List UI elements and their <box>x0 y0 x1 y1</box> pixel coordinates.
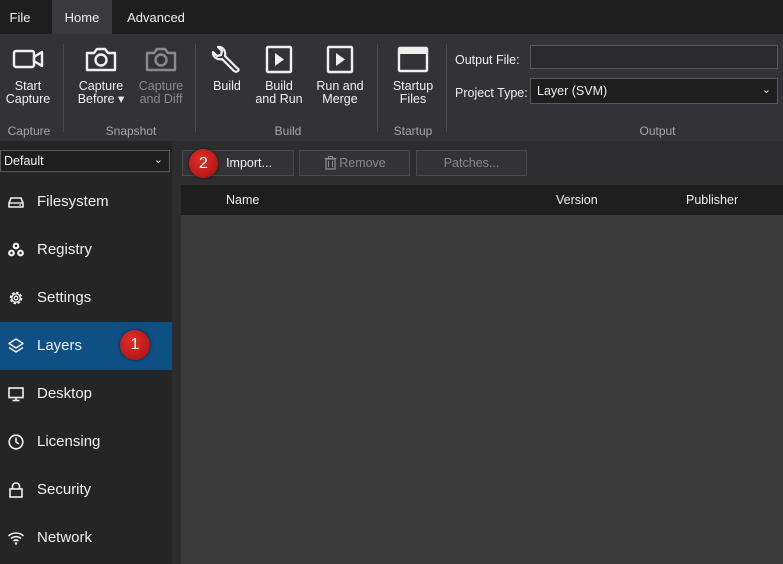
capture-and-diff-button[interactable]: Capture and Diff <box>132 34 190 106</box>
build-and-run-button[interactable]: Build and Run <box>253 34 305 106</box>
column-header-version[interactable]: Version <box>556 193 598 207</box>
run-and-merge-button[interactable]: Run and Merge <box>311 34 369 106</box>
video-camera-icon <box>12 49 44 69</box>
ribbon-separator <box>195 44 196 132</box>
sidebar-item-settings[interactable]: Settings <box>0 274 172 322</box>
wifi-icon <box>7 532 25 545</box>
patches-label: Patches... <box>443 156 500 170</box>
sidebar-item-label: Layers <box>37 337 83 354</box>
run-merge-label-2: Merge <box>322 92 358 106</box>
chevron-down-icon: ⌄ <box>153 154 163 166</box>
table-header: Name Version Publisher <box>181 185 783 215</box>
capture-before-button[interactable]: Capture Before ▾ <box>72 34 130 106</box>
start-capture-label-2: Capture <box>5 92 51 106</box>
sidebar-item-label: Licensing <box>37 433 101 450</box>
desktop-icon <box>8 387 24 402</box>
play-icon <box>265 45 293 74</box>
gear-icon <box>9 291 23 305</box>
trash-icon <box>324 156 337 170</box>
window-icon <box>397 46 429 73</box>
ribbon-separator <box>446 44 447 132</box>
project-type-select[interactable]: Layer (SVM) ⌄ <box>530 78 778 104</box>
output-file-label: Output File: <box>455 53 520 67</box>
annotation-badge-2: 2 <box>189 149 218 178</box>
group-label-capture: Capture <box>7 124 51 138</box>
clock-icon <box>8 434 24 450</box>
sidebar-item-registry[interactable]: Registry <box>0 226 172 274</box>
layers-panel: Import... Remove Patches... Name Version… <box>181 141 783 564</box>
build-run-label-2: and Run <box>255 92 303 106</box>
tab-file[interactable]: File <box>0 0 40 34</box>
lock-icon <box>9 482 23 498</box>
dropdown-value: Default <box>4 154 44 168</box>
sidebar-item-licensing[interactable]: Licensing <box>0 418 172 466</box>
startup-label-2: Files <box>399 92 427 106</box>
group-label-build: Build <box>274 124 302 138</box>
build-label: Build <box>213 79 241 93</box>
camera-icon <box>145 47 177 72</box>
build-button[interactable]: Build <box>205 34 249 93</box>
sidebar-item-label: Desktop <box>37 385 93 402</box>
sidebar-item-label: Settings <box>37 289 92 306</box>
registry-icon <box>8 242 24 257</box>
layers-toolbar: Import... Remove Patches... <box>181 141 783 185</box>
group-label-startup: Startup <box>393 124 433 138</box>
start-capture-button[interactable]: Start Capture <box>0 34 56 106</box>
play-icon <box>326 45 354 74</box>
group-label-snapshot: Snapshot <box>105 124 157 138</box>
ribbon-separator <box>63 44 64 132</box>
sidebar-item-label: Filesystem <box>37 193 109 210</box>
column-header-name[interactable]: Name <box>226 193 259 207</box>
tab-advanced[interactable]: Advanced <box>118 0 194 34</box>
sidebar-item-label: Network <box>37 529 93 546</box>
output-file-input[interactable] <box>530 45 778 69</box>
camera-icon <box>85 47 117 72</box>
sidebar-item-label: Security <box>37 481 92 498</box>
annotation-badge-1: 1 <box>120 330 150 360</box>
tab-home[interactable]: Home <box>52 0 112 34</box>
layers-icon <box>8 338 24 353</box>
column-header-publisher[interactable]: Publisher <box>686 193 738 207</box>
startup-files-button[interactable]: Startup Files <box>385 34 441 106</box>
wrench-icon <box>211 45 240 73</box>
patches-button[interactable]: Patches... <box>416 150 527 176</box>
sidebar-item-network[interactable]: Network <box>0 514 172 562</box>
remove-button[interactable]: Remove <box>299 150 410 176</box>
menu-bar: File Home Advanced <box>0 0 783 34</box>
splitter[interactable] <box>172 141 181 564</box>
project-type-value: Layer (SVM) <box>537 84 608 98</box>
ribbon-separator <box>377 44 378 132</box>
chevron-down-icon: ⌄ <box>761 84 771 96</box>
capture-diff-label-2: and Diff <box>139 92 183 106</box>
group-label-output: Output <box>639 124 676 138</box>
sidebar-item-desktop[interactable]: Desktop <box>0 370 172 418</box>
sidebar-item-filesystem[interactable]: Filesystem <box>0 178 172 226</box>
drive-icon <box>8 197 24 208</box>
capture-before-label-2: Before ▾ <box>77 92 125 106</box>
configuration-dropdown[interactable]: Default ⌄ <box>0 150 170 172</box>
sidebar-item-security[interactable]: Security <box>0 466 172 514</box>
sidebar-item-label: Registry <box>37 241 93 258</box>
project-type-label: Project Type: <box>455 86 528 100</box>
ribbon: Start Capture Capture Capture Before ▾ C… <box>0 34 783 141</box>
